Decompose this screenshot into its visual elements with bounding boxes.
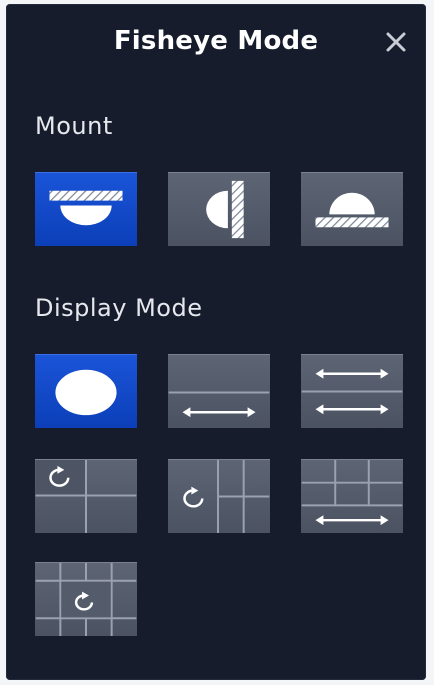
display-fisheye-8ptz-button[interactable] (35, 562, 137, 636)
fisheye-ptz-strip-icon (183, 460, 270, 533)
mount-label: Mount (35, 112, 113, 140)
display-mode-label: Display Mode (35, 294, 203, 322)
close-icon (386, 32, 406, 52)
fisheye-panorama-icon (168, 391, 270, 418)
dialog-title: Fisheye Mode (113, 26, 319, 56)
display-fisheye-ptz-strip-button[interactable] (168, 459, 270, 533)
fisheye-3ptz-icon (35, 460, 137, 533)
double-panorama-icon (301, 368, 403, 415)
screenshot-frame: Fisheye Mode Mount Display Mode (0, 0, 434, 685)
dialog-title-bar: Fisheye Mode (6, 4, 426, 82)
ceiling-mount-icon (49, 190, 123, 226)
fisheye-8ptz-icon (35, 563, 137, 636)
desktop-mount-icon (315, 192, 389, 228)
wall-mount-icon (206, 180, 244, 239)
panorama-3ptz-icon (301, 460, 403, 526)
display-fisheye-3ptz-button[interactable] (35, 459, 137, 533)
fisheye-original-icon (55, 369, 117, 416)
mount-desktop-button[interactable] (301, 172, 403, 246)
display-panorama-3ptz-button[interactable] (301, 459, 403, 533)
display-double-panorama-button[interactable] (301, 354, 403, 428)
display-panorama-button[interactable] (168, 354, 270, 428)
close-button[interactable] (376, 22, 416, 62)
display-fisheye-button[interactable] (35, 354, 137, 428)
mount-wall-button[interactable] (168, 172, 270, 246)
mount-ceiling-button[interactable] (35, 172, 137, 246)
fisheye-mode-dialog: Fisheye Mode Mount Display Mode (6, 4, 426, 680)
